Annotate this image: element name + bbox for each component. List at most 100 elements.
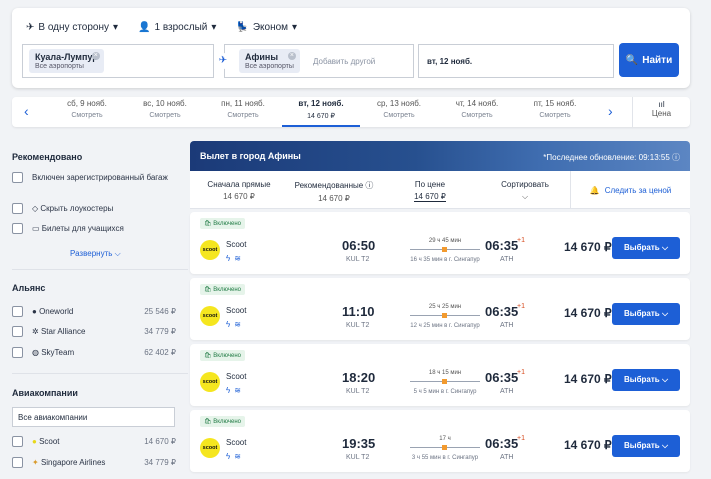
bag-icon: 🛍 xyxy=(204,353,214,359)
bag-icon: 🛍 xyxy=(204,221,214,227)
search-icon: 🔍 xyxy=(625,54,639,66)
info-icon: ⓘ xyxy=(365,181,374,190)
flight-card[interactable]: 🛍 Включено scoot Scoot ϟ≋ 06:50 KUL T2 2… xyxy=(190,212,690,274)
airline-select[interactable]: Все авиакомпании xyxy=(12,407,175,427)
plane-icon: ✈ xyxy=(26,22,35,33)
date-option-selected[interactable]: вт, 12 нояб. 14 670 ₽ xyxy=(282,99,360,127)
stop-marker xyxy=(442,247,447,252)
student-icon: ▭ xyxy=(32,224,42,233)
date-option[interactable]: чт, 14 нояб. Смотреть xyxy=(438,99,516,119)
last-updated: *Последнее обновление: 09:13:55 ⓘ xyxy=(543,153,680,162)
date-carousel: ‹ сб, 9 нояб. Смотреть вс, 10 нояб. Смотре… xyxy=(12,97,690,127)
date-option[interactable]: ср, 13 нояб. Смотреть xyxy=(360,99,438,119)
results-title: Вылет в город Афины xyxy=(200,151,301,161)
included-badge: 🛍 Включено xyxy=(200,350,245,361)
wifi-icon: ≋ xyxy=(234,386,245,395)
divider xyxy=(12,373,188,374)
chevron-down-icon: ⌵ xyxy=(521,192,529,201)
remove-icon[interactable]: × xyxy=(91,52,100,60)
date-field[interactable]: вт, 12 нояб. xyxy=(418,44,614,78)
flight-card[interactable]: 🛍 Включено scoot Scoot ϟ≋ 11:10 KUL T2 2… xyxy=(190,278,690,340)
amenities-icons: ϟ≋ xyxy=(226,254,245,263)
chevron-down-icon: ▾ xyxy=(292,22,298,33)
search-panel: ✈ В одну сторону ▾ 👤 1 взрослый ▾ 💺 Эконом ▾ К… xyxy=(12,8,690,88)
star-alliance-icon: ✲ xyxy=(32,327,41,336)
route-line xyxy=(410,313,480,318)
watch-price-button[interactable]: 🔔 Следить за ценой xyxy=(570,171,690,209)
power-icon: ϟ xyxy=(226,452,235,461)
scoot-logo: scoot xyxy=(200,438,220,458)
info-icon: ⓘ xyxy=(672,153,680,162)
sort-bar: Сначала прямые 14 670 ₽ Рекомендованные ⓘ… xyxy=(190,171,690,209)
divider xyxy=(12,269,188,270)
chevron-down-icon: ▾ xyxy=(113,22,119,33)
search-button[interactable]: 🔍 Найти xyxy=(619,43,679,77)
route-line xyxy=(410,247,480,252)
stop-marker xyxy=(442,445,447,450)
checkbox[interactable] xyxy=(12,457,23,468)
sort-price[interactable]: По цене 14 670 ₽ xyxy=(390,180,470,202)
wifi-icon: ≋ xyxy=(234,320,245,329)
scoot-logo: scoot xyxy=(200,240,220,260)
destination-field[interactable]: Афины Все аэропорты × Добавить другой xyxy=(224,44,414,78)
date-option[interactable]: сб, 9 нояб. Смотреть xyxy=(48,99,126,119)
swap-icon[interactable]: ✈ xyxy=(215,53,231,69)
wifi-icon: ≋ xyxy=(234,452,245,461)
wifi-icon: ≋ xyxy=(234,254,245,263)
origin-chip: Куала-Лумпур Все аэропорты × xyxy=(29,49,104,73)
expand-link[interactable]: Развернуть ⌵ xyxy=(70,249,121,259)
chevron-down-icon: ⌵ xyxy=(661,243,669,252)
bar-chart-icon: ııl xyxy=(658,100,665,109)
select-button[interactable]: Выбрать ⌵ xyxy=(612,237,680,259)
amenities-icons: ϟ≋ xyxy=(226,386,245,395)
origin-field[interactable]: Куала-Лумпур Все аэропорты × xyxy=(22,44,214,78)
checkbox[interactable] xyxy=(12,223,23,234)
chevron-right-icon[interactable]: › xyxy=(608,103,613,119)
checkbox[interactable] xyxy=(12,306,23,317)
date-option[interactable]: пт, 15 нояб. Смотреть xyxy=(516,99,594,119)
stop-marker xyxy=(442,313,447,318)
sort-direct[interactable]: Сначала прямые 14 670 ₽ xyxy=(196,180,282,201)
price-chart-button[interactable]: ııl Цена xyxy=(632,97,690,127)
included-badge: 🛍 Включено xyxy=(200,284,245,295)
sort-dropdown[interactable]: Сортировать ⌵ xyxy=(484,180,566,202)
stop-marker xyxy=(442,379,447,384)
checkbox[interactable] xyxy=(12,436,23,447)
amenities-icons: ϟ≋ xyxy=(226,320,245,329)
power-icon: ϟ xyxy=(226,254,235,263)
included-badge: 🛍 Включено xyxy=(200,416,245,427)
chevron-down-icon: ⌵ xyxy=(661,309,669,318)
scoot-logo-icon: ● xyxy=(32,437,40,446)
person-icon: 👤 xyxy=(138,22,151,33)
passengers-dropdown[interactable]: 👤 1 взрослый ▾ xyxy=(138,22,216,33)
sort-recommended[interactable]: Рекомендованные ⓘ 14 670 ₽ xyxy=(286,180,382,203)
skyteam-icon: ◍ xyxy=(32,348,42,357)
seat-icon: 💺 xyxy=(236,22,249,33)
checkbox[interactable] xyxy=(12,172,23,183)
checkbox[interactable] xyxy=(12,203,23,214)
chevron-left-icon[interactable]: ‹ xyxy=(24,103,29,119)
power-icon: ϟ xyxy=(226,320,235,329)
remove-icon[interactable]: × xyxy=(287,52,296,60)
route-line xyxy=(410,379,480,384)
checkbox[interactable] xyxy=(12,347,23,358)
select-button[interactable]: Выбрать ⌵ xyxy=(612,303,680,325)
chevron-down-icon: ⌵ xyxy=(661,441,669,450)
singapore-airlines-icon: ✦ xyxy=(32,458,41,467)
select-button[interactable]: Выбрать ⌵ xyxy=(612,435,680,457)
scoot-logo: scoot xyxy=(200,372,220,392)
add-destination-placeholder: Добавить другой xyxy=(313,57,376,66)
trip-type-dropdown[interactable]: ✈ В одну сторону ▾ xyxy=(26,22,118,33)
date-option[interactable]: вс, 10 нояб. Смотреть xyxy=(126,99,204,119)
chevron-down-icon: ⌵ xyxy=(112,249,121,258)
oneworld-icon: ● xyxy=(32,307,40,316)
results-banner: Вылет в город Афины *Последнее обновлени… xyxy=(190,141,690,171)
flight-card[interactable]: 🛍 Включено scoot Scoot ϟ≋ 19:35 KUL T2 1… xyxy=(190,410,690,472)
select-button[interactable]: Выбрать ⌵ xyxy=(612,369,680,391)
destination-chip: Афины Все аэропорты × xyxy=(239,49,300,73)
flight-card[interactable]: 🛍 Включено scoot Scoot ϟ≋ 18:20 KUL T2 1… xyxy=(190,344,690,406)
date-option[interactable]: пн, 11 нояб. Смотреть xyxy=(204,99,282,119)
amenities-icons: ϟ≋ xyxy=(226,452,245,461)
cabin-dropdown[interactable]: 💺 Эконом ▾ xyxy=(236,22,297,33)
checkbox[interactable] xyxy=(12,326,23,337)
